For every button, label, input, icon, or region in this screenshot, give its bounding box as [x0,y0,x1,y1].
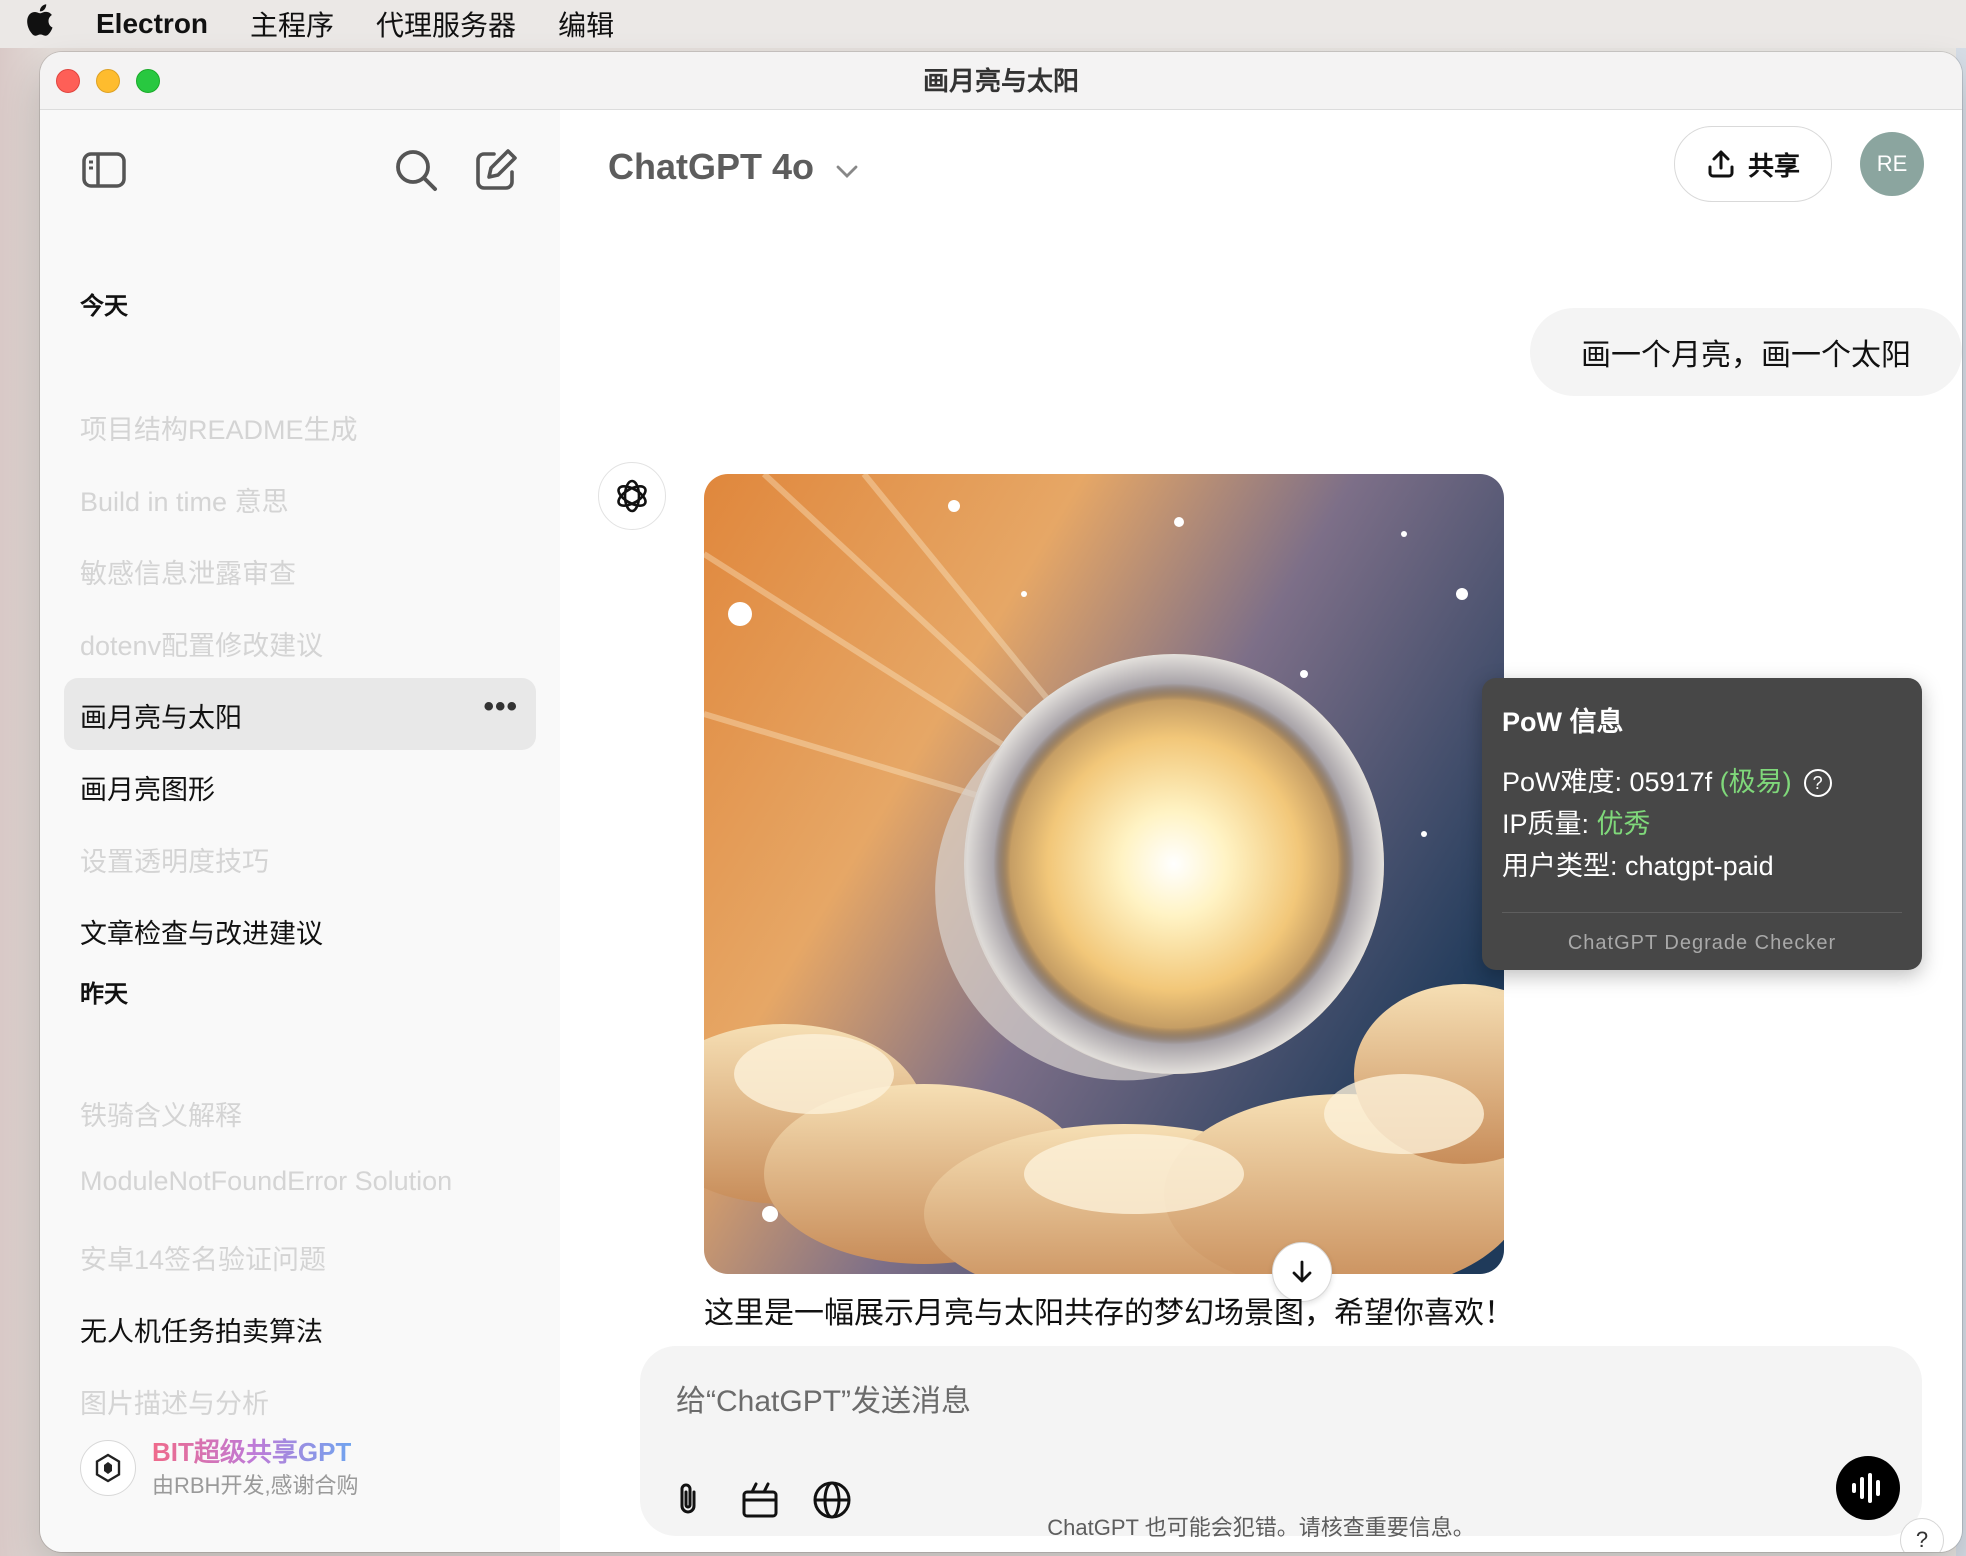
pow-difficulty-label: PoW难度: [1502,767,1630,797]
pow-footer: ChatGPT Degrade Checker [1567,932,1837,954]
conversation-item-active[interactable]: 画月亮与太阳 ••• [64,678,536,750]
search-icon[interactable] [392,146,440,194]
macos-menubar: Electron 主程序 代理服务器 编辑 [0,0,1966,48]
pow-ip-value: 优秀 [1596,809,1651,839]
window-titlebar: 画月亮与太阳 [40,52,1962,110]
model-selector[interactable]: ChatGPT 4o [608,146,858,188]
pow-title: PoW 信息 [1502,707,1624,737]
arrow-down-icon [1292,1260,1312,1283]
group-label-today: 今天 [80,293,128,320]
pow-ip-label: IP质量: [1502,809,1597,839]
menu-app-name[interactable]: Electron [96,8,208,40]
share-button[interactable]: 共享 [1674,126,1832,202]
more-icon[interactable]: ••• [483,690,518,724]
conversation-item[interactable]: 图片描述与分析 [80,1382,269,1421]
menu-main-program[interactable]: 主程序 [250,4,334,44]
conversation-item[interactable]: dotenv配置修改建议 [80,624,323,663]
conversation-item[interactable]: 画月亮图形 [80,768,215,807]
conversation-item[interactable]: 敏感信息泄露审查 [80,552,296,591]
share-label: 共享 [1747,150,1800,181]
model-name: ChatGPT 4o [608,146,815,187]
app-window: 画月亮与太阳 今天 项目结构README生成 Build in time 意思 … [40,52,1962,1552]
window-title: 画月亮与太阳 [922,66,1079,96]
sidebar-toggle-icon[interactable] [80,146,128,194]
user-avatar[interactable]: RE [1860,132,1924,196]
disclaimer-text: ChatGPT 也可能会犯错。请核查重要信息。 [1047,1515,1475,1540]
pow-info-panel: PoW 信息 PoW难度: 05917f (极易)? IP质量: 优秀 用户类型… [1482,678,1922,970]
brand-subtitle: 由RBH开发,感谢合购 [152,1473,359,1498]
conversation-item[interactable]: 项目结构README生成 [80,408,358,447]
pow-difficulty-value: 05917f [1629,767,1713,797]
openai-logo-icon [598,462,666,530]
apple-icon[interactable] [26,4,66,44]
help-icon[interactable]: ? [1803,769,1832,797]
pow-ip-row: IP质量: 优秀 [1502,802,1651,841]
brand-title: BIT超级共享GPT [152,1432,351,1469]
message-composer[interactable]: 给“ChatGPT”发送消息 [640,1346,1922,1536]
conversation-item[interactable]: Build in time 意思 [80,480,289,519]
message-input[interactable]: 给“ChatGPT”发送消息 [676,1376,971,1420]
pow-user-type-label: 用户类型: [1502,851,1626,881]
generated-image[interactable] [704,474,1504,1274]
menu-proxy-server[interactable]: 代理服务器 [376,4,516,44]
conversation-item[interactable]: 文章检查与改进建议 [80,912,323,951]
sidebar: 今天 项目结构README生成 Build in time 意思 敏感信息泄露审… [40,110,560,1552]
menu-edit[interactable]: 编辑 [558,4,614,44]
brand-logo-icon [80,1440,136,1496]
share-icon [1708,150,1734,178]
assistant-reply: 这里是一幅展示月亮与太阳共存的梦幻场景图，希望你喜欢！ [704,1297,1514,1330]
brand-footer[interactable]: BIT超级共享GPT 由RBH开发,感谢合购 [80,1432,520,1502]
conversation-item[interactable]: 安卓14签名验证问题 [80,1238,326,1277]
conversation-item[interactable]: 无人机任务拍卖算法 [80,1310,323,1349]
conversation-item-label: 画月亮与太阳 [80,703,242,733]
pow-difficulty-level: (极易) [1719,767,1792,797]
conversation-item[interactable]: ModuleNotFoundError Solution [80,1166,452,1197]
new-chat-icon[interactable] [472,146,520,194]
conversation-item[interactable]: 铁骑含义解释 [80,1094,242,1133]
conversation-item[interactable]: 设置透明度技巧 [80,840,269,879]
divider [1502,912,1902,913]
user-message: 画一个月亮，画一个太阳 [1530,308,1962,396]
chevron-down-icon [836,158,858,186]
pow-user-type-row: 用户类型: chatgpt-paid [1502,844,1774,883]
group-label-yesterday: 昨天 [80,981,128,1008]
pow-user-type-value: chatgpt-paid [1625,851,1774,881]
pow-difficulty-row: PoW难度: 05917f (极易)? [1502,760,1832,799]
voice-icon [1852,1473,1880,1503]
